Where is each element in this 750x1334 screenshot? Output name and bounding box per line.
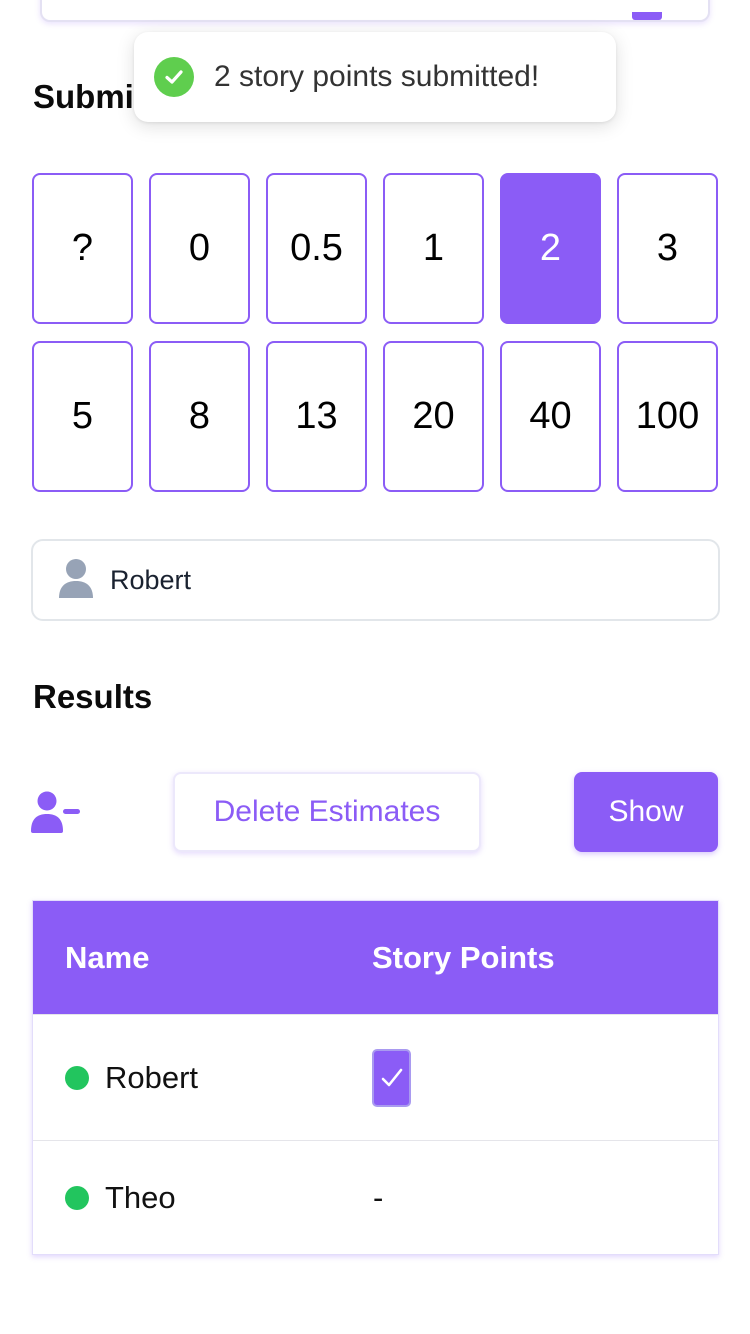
top-panel-button[interactable] (632, 12, 662, 20)
estimate-card[interactable]: 100 (617, 341, 718, 492)
estimate-card[interactable]: 13 (266, 341, 367, 492)
estimate-card[interactable]: 0 (149, 173, 250, 324)
table-row: Robert (33, 1014, 718, 1140)
submit-heading: Submit (33, 78, 145, 115)
story-points-value: - (373, 1179, 384, 1215)
estimate-card[interactable]: 1 (383, 173, 484, 324)
check-circle-icon (154, 57, 194, 97)
estimate-card[interactable]: ? (32, 173, 133, 324)
estimate-card[interactable]: 8 (149, 341, 250, 492)
show-button[interactable]: Show (574, 772, 718, 852)
results-table: Name Story Points Robert Theo - (32, 900, 719, 1255)
results-heading: Results (33, 678, 153, 715)
online-status-dot (65, 1065, 89, 1090)
user-icon (58, 558, 94, 603)
estimate-card[interactable]: 20 (383, 341, 484, 492)
name-input[interactable] (110, 564, 670, 596)
results-actions: Delete Estimates Show (0, 772, 750, 852)
column-header-name: Name (65, 939, 150, 975)
estimate-cards: ? 0 0.5 1 2 3 5 8 13 20 40 100 (32, 173, 719, 492)
table-header: Name Story Points (33, 901, 718, 1014)
delete-estimates-button[interactable]: Delete Estimates (173, 772, 481, 852)
estimate-card[interactable]: 40 (500, 341, 601, 492)
column-header-story-points: Story Points (372, 939, 555, 975)
name-field[interactable] (31, 539, 720, 621)
submitted-check-icon (372, 1048, 411, 1107)
user-minus-icon[interactable] (31, 791, 81, 838)
participant-name: Robert (105, 1059, 199, 1095)
table-row: Theo - (33, 1140, 718, 1254)
toast-message: 2 story points submitted! (214, 60, 540, 93)
estimate-card[interactable]: 3 (617, 173, 718, 324)
success-toast: 2 story points submitted! (134, 32, 616, 122)
online-status-dot (65, 1185, 89, 1210)
estimate-card[interactable]: 0.5 (266, 173, 367, 324)
top-panel (40, 0, 710, 22)
participant-name: Theo (105, 1179, 176, 1215)
estimate-card[interactable]: 5 (32, 341, 133, 492)
estimate-card[interactable]: 2 (500, 173, 601, 324)
